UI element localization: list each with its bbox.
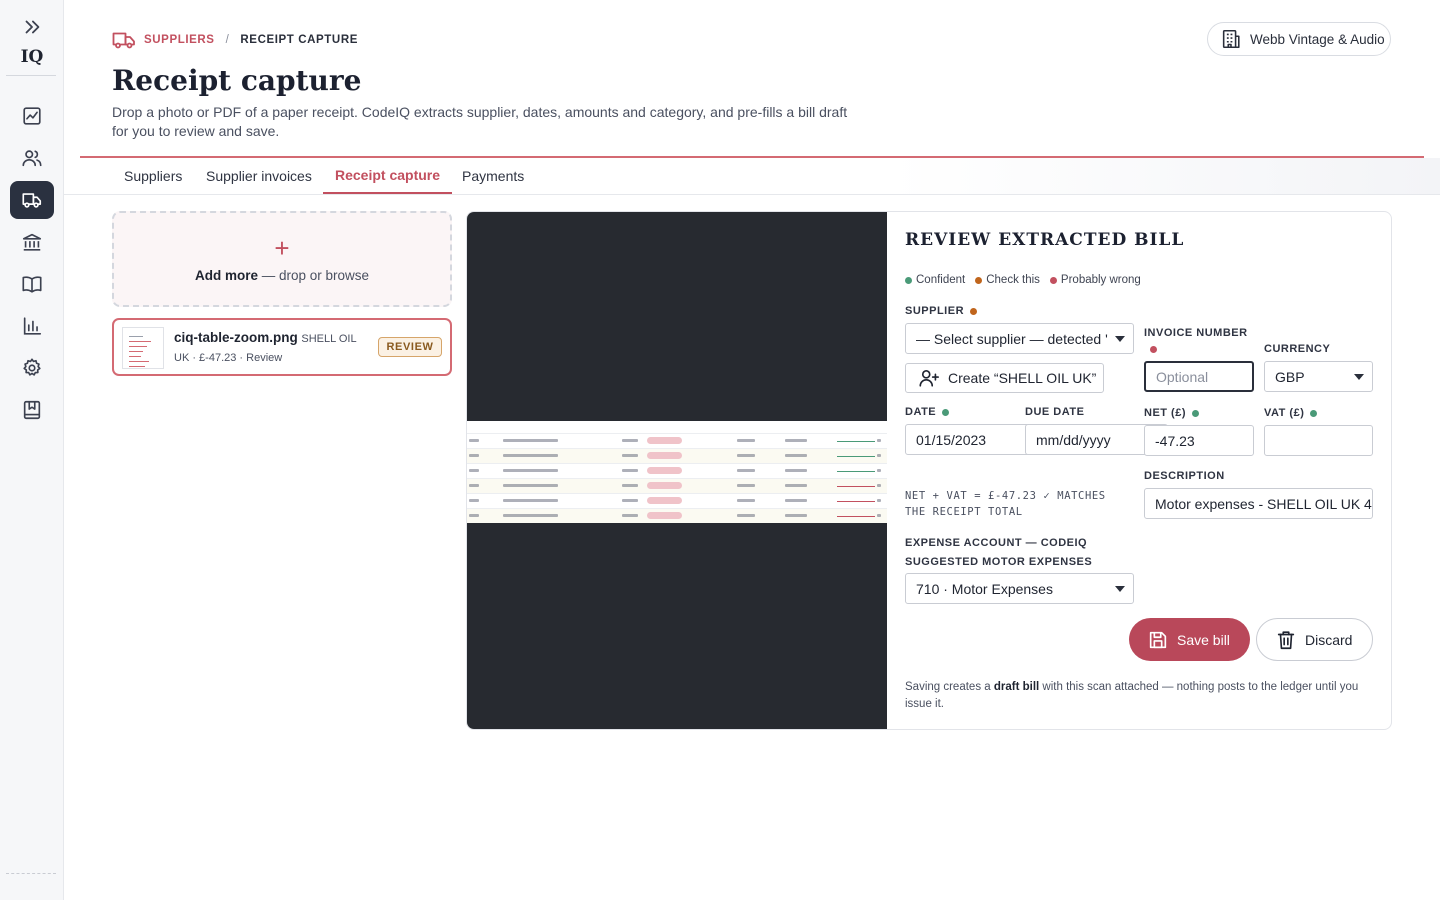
sidebar-item-guide[interactable] <box>10 391 54 429</box>
book-icon <box>22 276 42 293</box>
page-title: Receipt capture <box>112 64 362 97</box>
bank-icon <box>22 233 42 251</box>
chevrons-right-icon <box>25 20 40 34</box>
breadcrumb-current: RECEIPT CAPTURE <box>240 34 359 46</box>
sidebar-footer-divider <box>6 873 56 874</box>
tab-supplier-invoices[interactable]: Supplier invoices <box>194 158 324 194</box>
dropzone-text: Add more — drop or browse <box>114 268 450 283</box>
vat-label: VAT (£) <box>1264 407 1318 419</box>
sidebar-item-suppliers[interactable] <box>10 181 54 219</box>
dropzone-hint: — drop or browse <box>257 268 370 283</box>
sidebar-item-ledger[interactable] <box>10 265 54 303</box>
chevron-down-icon <box>1354 374 1364 380</box>
review-form: REVIEW EXTRACTED BILL Confident Check th… <box>887 212 1391 729</box>
expense-account-select[interactable]: 710 · Motor Expenses <box>905 573 1134 604</box>
breadcrumb-separator: / <box>225 34 230 46</box>
tab-payments[interactable]: Payments <box>450 158 536 194</box>
save-footnote: Saving creates a draft bill with this sc… <box>905 681 1359 710</box>
date-input[interactable]: 01/15/2023 <box>905 424 1030 455</box>
tab-suppliers[interactable]: Suppliers <box>112 158 194 194</box>
truck-icon <box>112 32 135 49</box>
organization-switcher-button[interactable]: Webb Vintage & Audio <box>1207 22 1391 56</box>
legend-check-this: Check this <box>975 274 1040 286</box>
net-label: NET (£) <box>1144 407 1199 419</box>
sidebar-item-customers[interactable] <box>10 139 54 177</box>
gear-icon <box>23 358 41 376</box>
review-panel: REVIEW EXTRACTED BILL Confident Check th… <box>466 211 1392 730</box>
receipt-preview <box>467 212 887 729</box>
review-title: REVIEW EXTRACTED BILL <box>905 230 1185 250</box>
invoice-number-label: INVOICE NUMBER <box>1144 327 1248 339</box>
confidence-dot <box>942 408 950 416</box>
receipt-dropzone[interactable]: + Add more — drop or browse <box>112 211 452 307</box>
bookmark-book-icon <box>23 400 41 420</box>
invoice-number-input[interactable]: Optional <box>1144 361 1254 392</box>
confidence-dot <box>1310 409 1318 417</box>
save-bill-button[interactable]: Save bill <box>1129 618 1250 661</box>
expense-account-label: EXPENSE ACCOUNT — CODEIQ SUGGESTED MOTOR… <box>905 537 1093 568</box>
chevron-down-icon <box>1115 336 1125 342</box>
currency-label: CURRENCY <box>1264 343 1331 355</box>
add-user-icon <box>919 370 939 387</box>
save-icon <box>1149 631 1167 648</box>
preview-row <box>467 478 887 493</box>
breadcrumb-suppliers-link[interactable]: SUPPLIERS <box>144 34 215 46</box>
confidence-dot <box>1150 346 1157 353</box>
sidebar-item-reports[interactable] <box>10 307 54 345</box>
truck-icon <box>22 193 42 208</box>
preview-row <box>467 463 887 478</box>
sidebar-item-settings[interactable] <box>10 349 54 387</box>
sidebar-item-dashboard[interactable] <box>10 97 54 135</box>
chart-board-icon <box>23 107 41 125</box>
receipt-thumbnail <box>122 327 164 369</box>
confidence-dot <box>1192 409 1199 417</box>
due-date-label: DUE DATE <box>1025 406 1085 418</box>
tabs-bar: Suppliers Supplier invoices Receipt capt… <box>64 158 1440 195</box>
create-supplier-button[interactable]: Create “SHELL OIL UK” <box>905 363 1104 393</box>
totals-check: NET + VAT = £-47.23 ✓ MATCHES THE RECEIP… <box>905 490 1106 518</box>
tab-receipt-capture[interactable]: Receipt capture <box>323 158 453 194</box>
net-input[interactable]: -47.23 <box>1144 425 1254 456</box>
receipt-filename: ciq-table-zoom.png <box>174 330 298 345</box>
status-badge: REVIEW <box>378 337 442 357</box>
legend-probably-wrong: Probably wrong <box>1049 274 1141 286</box>
bar-chart-icon <box>23 317 42 335</box>
supplier-label: SUPPLIER <box>905 305 978 317</box>
add-icon: + <box>274 233 290 263</box>
breadcrumb: SUPPLIERS / RECEIPT CAPTURE <box>112 30 358 50</box>
receipt-meta: · £-47.23 · Review <box>189 352 283 364</box>
sidebar: IQ <box>0 0 64 900</box>
users-icon <box>22 150 42 167</box>
building-icon <box>1222 29 1240 49</box>
preview-row <box>467 493 887 508</box>
preview-row <box>467 508 887 523</box>
description-input[interactable]: Motor expenses - SHELL OIL UK 4 <box>1144 488 1373 519</box>
expand-sidebar-button[interactable] <box>10 8 54 46</box>
confidence-dot <box>970 307 978 315</box>
sidebar-divider <box>6 75 56 76</box>
discard-button[interactable]: Discard <box>1256 618 1373 661</box>
description-label: DESCRIPTION <box>1144 470 1225 482</box>
logo: IQ <box>20 47 44 67</box>
preview-row <box>467 433 887 448</box>
currency-select[interactable]: GBP <box>1264 361 1373 392</box>
supplier-select[interactable]: — Select supplier — detected ' <box>905 323 1134 354</box>
organization-name: Webb Vintage & Audio <box>1250 31 1385 47</box>
date-label: DATE <box>905 406 950 418</box>
page-subtitle: Drop a photo or PDF of a paper receipt. … <box>112 104 848 139</box>
preview-row <box>467 448 887 463</box>
receipt-details: ciq-table-zoom.png SHELL OIL UK · £-47.2… <box>174 329 374 367</box>
legend-confident: Confident <box>905 274 965 286</box>
confidence-legend: Confident Check this Probably wrong <box>905 274 1141 286</box>
dropzone-strong: Add more <box>194 268 258 283</box>
vat-input[interactable] <box>1264 425 1373 456</box>
sidebar-item-banking[interactable] <box>10 223 54 261</box>
receipt-preview-image <box>467 421 887 523</box>
trash-icon <box>1277 630 1295 649</box>
chevron-down-icon <box>1115 586 1125 592</box>
receipt-list-item[interactable]: ciq-table-zoom.png SHELL OIL UK · £-47.2… <box>112 318 452 376</box>
